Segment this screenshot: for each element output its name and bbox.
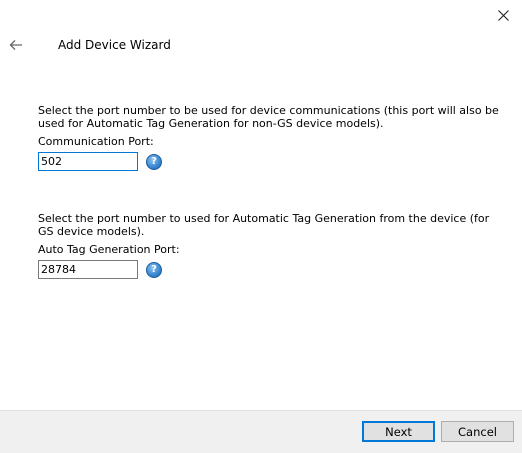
communication-port-input[interactable]: 502 [38, 152, 138, 171]
communication-port-label: Communication Port: [38, 135, 154, 148]
help-icon[interactable]: ? [146, 153, 162, 170]
communication-port-description: Select the port number to be used for de… [38, 104, 499, 130]
close-button[interactable] [492, 4, 514, 26]
wizard-footer: Next Cancel [0, 410, 522, 453]
cancel-button[interactable]: Cancel [441, 421, 514, 442]
auto-tag-port-description: Select the port number to used for Autom… [38, 212, 490, 238]
back-button[interactable] [6, 36, 26, 54]
auto-tag-port-input[interactable]: 28784 [38, 260, 138, 279]
auto-tag-port-label: Auto Tag Generation Port: [38, 243, 180, 256]
help-icon[interactable]: ? [146, 261, 162, 278]
communication-port-section: Select the port number to be used for de… [38, 104, 508, 171]
wizard-title: Add Device Wizard [58, 38, 171, 52]
auto-tag-port-section: Select the port number to used for Autom… [38, 212, 508, 279]
back-arrow-icon [9, 40, 22, 50]
close-icon [497, 9, 509, 21]
next-button[interactable]: Next [362, 421, 435, 442]
